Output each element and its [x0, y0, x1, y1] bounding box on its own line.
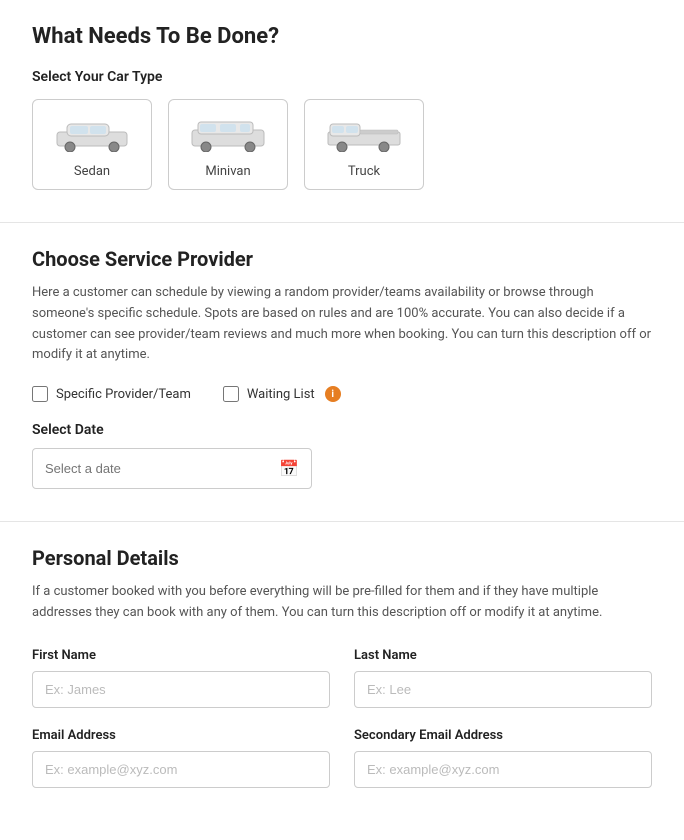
waiting-list-label: Waiting List — [247, 387, 315, 402]
select-date-label: Select Date — [32, 422, 652, 438]
first-name-group: First Name — [32, 648, 330, 708]
sedan-icon — [52, 112, 132, 156]
car-option-minivan[interactable]: Minivan — [168, 99, 288, 190]
specific-provider-checkbox[interactable] — [32, 386, 48, 402]
car-option-sedan[interactable]: Sedan — [32, 99, 152, 190]
last-name-group: Last Name — [354, 648, 652, 708]
car-option-truck[interactable]: Truck — [304, 99, 424, 190]
email-input[interactable] — [32, 751, 330, 788]
minivan-label: Minivan — [205, 164, 250, 179]
date-input-wrapper[interactable]: 📅 — [32, 448, 312, 489]
last-name-label: Last Name — [354, 648, 652, 663]
first-name-input[interactable] — [32, 671, 330, 708]
date-input[interactable] — [45, 461, 279, 476]
minivan-icon — [188, 112, 268, 156]
car-type-label: Select Your Car Type — [32, 69, 652, 85]
car-options-container: Sedan Minivan — [32, 99, 652, 190]
last-name-input[interactable] — [354, 671, 652, 708]
email-row: Email Address Secondary Email Address — [32, 728, 652, 788]
specific-provider-checkbox-item[interactable]: Specific Provider/Team — [32, 386, 191, 402]
section2-description: Here a customer can schedule by viewing … — [32, 283, 652, 366]
waiting-list-checkbox-item[interactable]: Waiting List i — [223, 386, 341, 402]
personal-details-section: Personal Details If a customer booked wi… — [0, 521, 684, 840]
secondary-email-input[interactable] — [354, 751, 652, 788]
calendar-icon: 📅 — [279, 459, 299, 478]
sedan-label: Sedan — [74, 164, 110, 179]
email-group: Email Address — [32, 728, 330, 788]
secondary-email-group: Secondary Email Address — [354, 728, 652, 788]
waiting-list-checkbox[interactable] — [223, 386, 239, 402]
section2-title: Choose Service Provider — [32, 247, 652, 271]
secondary-email-label: Secondary Email Address — [354, 728, 652, 743]
service-provider-section: Choose Service Provider Here a customer … — [0, 222, 684, 521]
section3-title: Personal Details — [32, 546, 652, 570]
section3-description: If a customer booked with you before eve… — [32, 582, 652, 624]
section1-title: What Needs To Be Done? — [32, 24, 652, 49]
waiting-list-info-icon[interactable]: i — [325, 386, 341, 402]
truck-icon — [324, 112, 404, 156]
specific-provider-label: Specific Provider/Team — [56, 387, 191, 402]
truck-label: Truck — [348, 164, 380, 179]
first-name-label: First Name — [32, 648, 330, 663]
name-row: First Name Last Name — [32, 648, 652, 708]
email-label: Email Address — [32, 728, 330, 743]
checkbox-row: Specific Provider/Team Waiting List i — [32, 386, 652, 402]
what-needs-section: What Needs To Be Done? Select Your Car T… — [0, 0, 684, 222]
